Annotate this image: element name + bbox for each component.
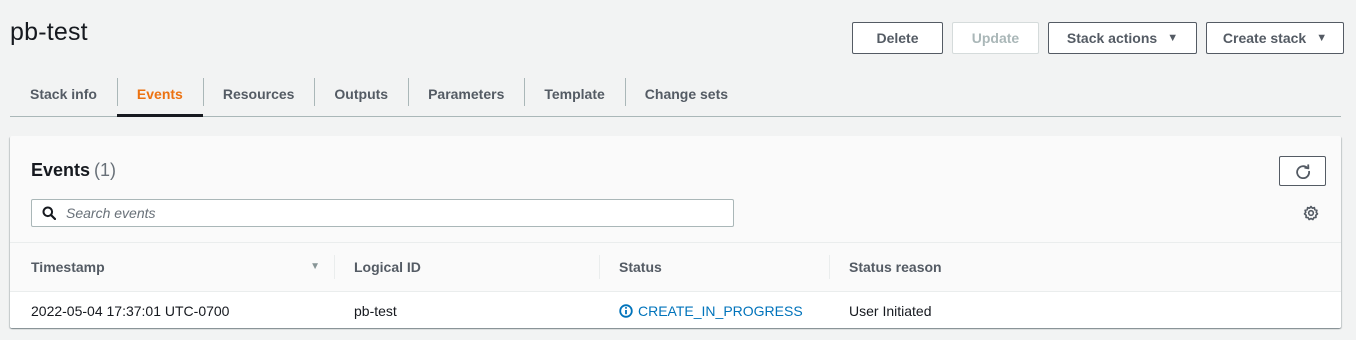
caret-down-icon: ▼: [1316, 31, 1328, 44]
update-button-label: Update: [971, 30, 1020, 46]
cloudformation-stack-page: pb-test Delete Update Stack actions ▼ Cr…: [0, 0, 1356, 340]
column-header-label: Timestamp: [31, 259, 105, 275]
tab-label: Events: [136, 86, 183, 102]
events-title-text: Events: [31, 160, 91, 180]
stack-actions-label: Stack actions: [1066, 30, 1158, 46]
cell-status-reason: User Initiated: [849, 303, 932, 319]
column-header-label: Logical ID: [354, 259, 421, 275]
tab-label: Template: [544, 86, 605, 102]
events-panel-header: Events (1): [10, 136, 1341, 242]
tab-template[interactable]: Template: [524, 72, 624, 116]
status-link[interactable]: CREATE_IN_PROGRESS: [619, 303, 803, 319]
info-circle-icon: [619, 304, 633, 318]
refresh-button[interactable]: [1279, 156, 1326, 186]
tab-change-sets[interactable]: Change sets: [624, 72, 748, 116]
stack-tabs: Stack info Events Resources Outputs Para…: [10, 72, 1341, 117]
events-table: Timestamp ▼ Logical ID Status Status rea…: [10, 242, 1341, 328]
table-header-row: Timestamp ▼ Logical ID Status Status rea…: [10, 242, 1341, 292]
create-stack-button[interactable]: Create stack ▼: [1206, 22, 1344, 54]
settings-icon[interactable]: [1303, 205, 1319, 221]
column-header-label: Status reason: [849, 259, 942, 275]
tab-stack-info[interactable]: Stack info: [10, 72, 117, 116]
stack-actions-button[interactable]: Stack actions ▼: [1048, 22, 1197, 54]
search-input[interactable]: [64, 204, 708, 222]
stack-actions-bar: Delete Update Stack actions ▼ Create sta…: [852, 22, 1344, 54]
tab-label: Stack info: [30, 86, 97, 102]
caret-down-icon: ▼: [1167, 31, 1179, 44]
sort-descending-icon[interactable]: ▼: [310, 261, 320, 272]
search-field: [31, 199, 734, 227]
events-panel-title: Events (1): [31, 160, 116, 181]
status-text: CREATE_IN_PROGRESS: [638, 303, 803, 319]
cell-status: CREATE_IN_PROGRESS: [599, 292, 829, 328]
cell-logical-id: pb-test: [354, 303, 397, 319]
tab-label: Change sets: [644, 86, 729, 102]
tab-label: Parameters: [428, 86, 505, 102]
tab-outputs[interactable]: Outputs: [314, 72, 408, 116]
page-title: pb-test: [10, 18, 88, 46]
events-panel: Events (1) Search events Timestamp ▼ Log…: [10, 136, 1341, 328]
refresh-icon: [1295, 164, 1310, 179]
create-stack-label: Create stack: [1222, 30, 1307, 46]
table-row: 2022-05-04 17:37:01 UTC-0700 pb-test CRE…: [10, 292, 1341, 328]
update-button[interactable]: Update: [952, 22, 1039, 54]
column-header-label: Status: [619, 259, 662, 275]
delete-button[interactable]: Delete: [852, 22, 943, 54]
tab-resources[interactable]: Resources: [202, 72, 315, 116]
tab-parameters[interactable]: Parameters: [408, 72, 524, 116]
events-count: (1): [94, 160, 117, 180]
column-header-status: Status: [599, 243, 829, 291]
column-header-logical-id: Logical ID: [334, 243, 599, 291]
cell-timestamp: 2022-05-04 17:37:01 UTC-0700: [31, 303, 230, 319]
tab-label: Resources: [222, 86, 295, 102]
tab-events[interactable]: Events: [116, 72, 203, 117]
column-header-status-reason: Status reason: [829, 243, 1341, 291]
tab-label: Outputs: [334, 86, 389, 102]
column-header-timestamp[interactable]: Timestamp ▼: [10, 243, 334, 291]
delete-button-label: Delete: [876, 30, 919, 46]
search-icon: [42, 206, 56, 220]
